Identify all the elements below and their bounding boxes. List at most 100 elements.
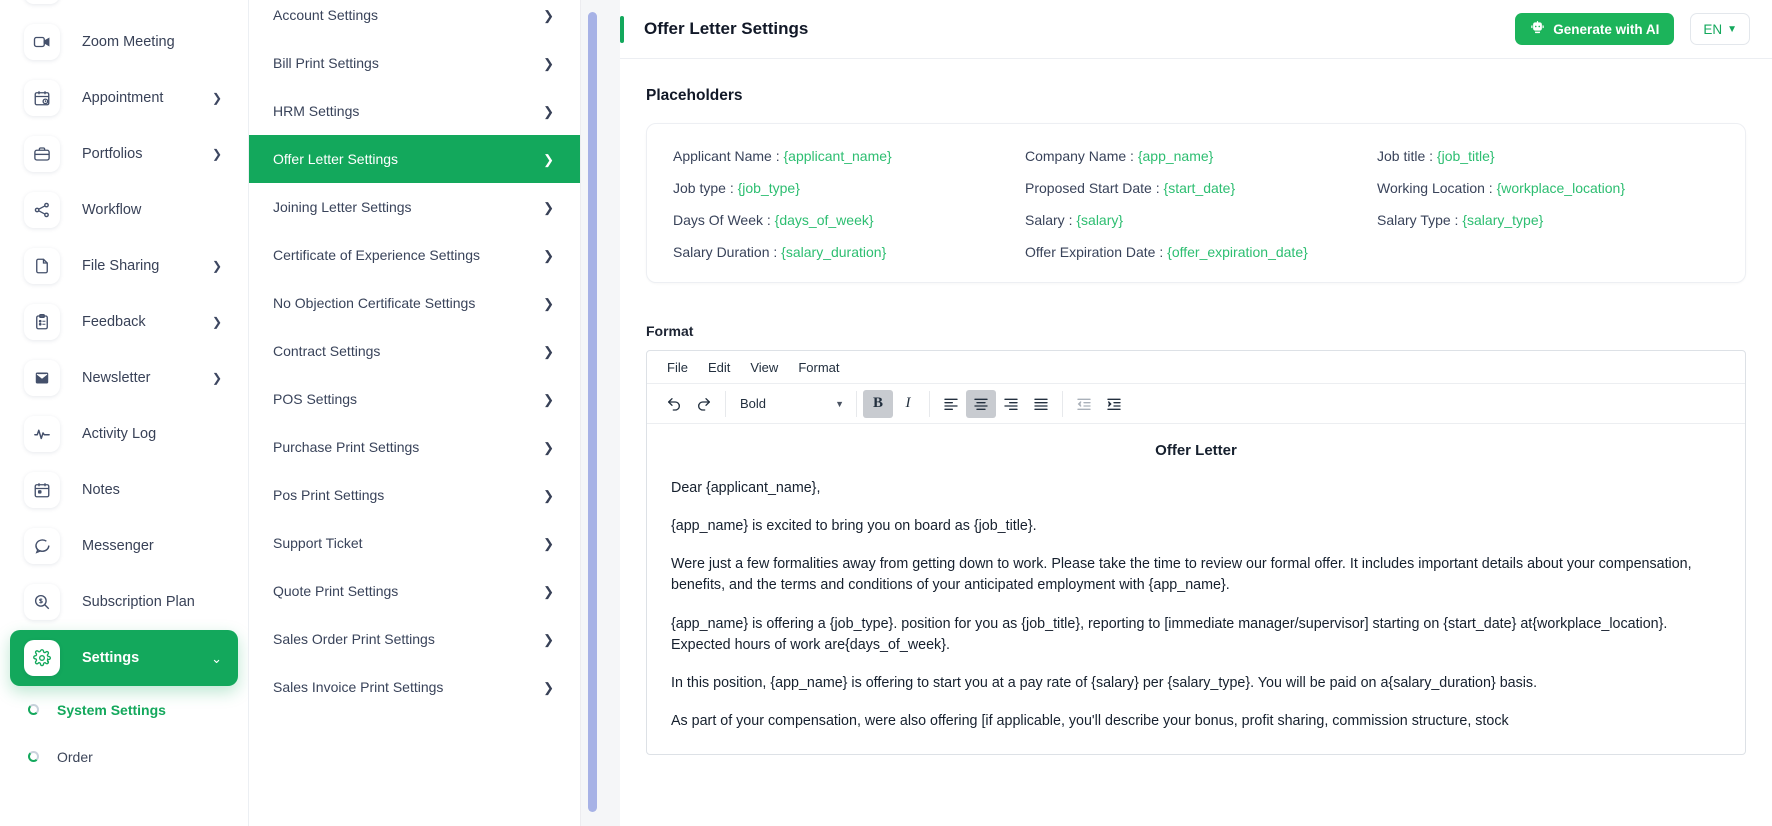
sidebar-item-workflow[interactable]: Workflow [10, 182, 238, 238]
placeholder-variable[interactable]: {workplace_location} [1497, 180, 1625, 196]
sidebar-item-feedback[interactable]: Feedback❯ [10, 294, 238, 350]
placeholders-grid: Applicant Name : {applicant_name}Company… [673, 148, 1719, 260]
sidebar-item-settings[interactable]: Settings⌄ [10, 630, 238, 686]
redo-icon[interactable] [689, 390, 719, 418]
placeholder-variable[interactable]: {app_name} [1138, 148, 1214, 164]
main-sidebar: CalendarZoom Meeting Appointment ❯ Portfoli… [0, 0, 248, 826]
settings-item-label: Quote Print Settings [273, 583, 398, 599]
settings-item-label: Sales Order Print Settings [273, 631, 435, 647]
editor-menu-format[interactable]: Format [788, 351, 849, 384]
align-center-icon[interactable] [966, 390, 996, 418]
chevron-right-icon: ❯ [543, 57, 554, 70]
placeholder-variable[interactable]: {days_of_week} [775, 212, 874, 228]
generate-with-ai-button[interactable]: Generate with AI [1515, 13, 1674, 45]
notes-calendar-icon [24, 472, 60, 508]
placeholder-variable[interactable]: {job_type} [738, 180, 800, 196]
placeholder-label: Working Location : [1377, 180, 1493, 196]
editor-menu-file[interactable]: File [657, 351, 698, 384]
sidebar-item-newsletter[interactable]: Newsletter❯ [10, 350, 238, 406]
placeholder-item: Working Location : {workplace_location} [1377, 180, 1719, 196]
align-justify-icon[interactable] [1026, 390, 1056, 418]
page-title-wrap: Offer Letter Settings [620, 16, 808, 43]
settings-item-account-settings[interactable]: Account Settings❯ [249, 0, 580, 39]
bold-button[interactable]: B [863, 390, 893, 418]
sidebar-subitem-system-settings[interactable]: System Settings [0, 686, 248, 733]
placeholder-item: Salary : {salary} [1025, 212, 1367, 228]
align-left-icon[interactable] [936, 390, 966, 418]
settings-item-certificate-of-experience-settings[interactable]: Certificate of Experience Settings❯ [249, 231, 580, 279]
settings-panel-scrollbar-thumb[interactable] [588, 12, 597, 812]
placeholder-item: Salary Type : {salary_type} [1377, 212, 1719, 228]
chevron-down-icon: ▼ [835, 399, 844, 409]
settings-item-pos-settings[interactable]: POS Settings❯ [249, 375, 580, 423]
placeholder-label: Company Name : [1025, 148, 1134, 164]
placeholder-variable[interactable]: {applicant_name} [784, 148, 892, 164]
indent-icon[interactable] [1099, 390, 1129, 418]
style-select-group: Bold ▼ [726, 390, 856, 418]
chevron-right-icon: ❯ [212, 372, 222, 384]
placeholder-label: Job title : [1377, 148, 1433, 164]
sidebar-item-file-sharing[interactable]: File Sharing❯ [10, 238, 238, 294]
settings-item-label: Bill Print Settings [273, 55, 379, 71]
settings-item-no-objection-certificate-settings[interactable]: No Objection Certificate Settings❯ [249, 279, 580, 327]
placeholder-variable[interactable]: {salary_type} [1462, 212, 1543, 228]
placeholders-section-title: Placeholders [620, 59, 1772, 105]
chevron-right-icon: ❯ [543, 105, 554, 118]
language-selector[interactable]: EN ▼ [1690, 13, 1750, 45]
placeholder-variable[interactable]: {job_title} [1437, 148, 1495, 164]
sidebar-item-label: Notes [82, 482, 120, 498]
settings-item-bill-print-settings[interactable]: Bill Print Settings ❯ [249, 39, 580, 87]
sidebar-item-notes[interactable]: Notes [10, 462, 238, 518]
sidebar-item-zoom-meeting[interactable]: Zoom Meeting [10, 14, 238, 70]
placeholder-variable[interactable]: {salary_duration} [781, 244, 886, 260]
italic-icon: I [906, 395, 911, 412]
settings-item-pos-print-settings[interactable]: Pos Print Settings ❯ [249, 471, 580, 519]
placeholder-item: Salary Duration : {salary_duration} [673, 244, 1015, 260]
placeholder-variable[interactable]: {salary} [1076, 212, 1123, 228]
undo-icon[interactable] [659, 390, 689, 418]
chevron-right-icon: ❯ [212, 92, 222, 104]
placeholder-label: Salary Type : [1377, 212, 1458, 228]
sidebar-item-activity-log[interactable]: Activity Log [10, 406, 238, 462]
placeholder-label: Salary Duration : [673, 244, 777, 260]
settings-item-label: Offer Letter Settings [273, 151, 398, 167]
sidebar-item-subscription-plan[interactable]: Subscription Plan [10, 574, 238, 630]
settings-item-offer-letter-settings[interactable]: Offer Letter Settings❯ [249, 135, 580, 183]
sidebar-item-calendar[interactable]: Calendar [10, 0, 238, 14]
bullet-icon [28, 751, 39, 762]
language-value: EN [1703, 22, 1722, 37]
settings-item-sales-invoice-print-settings[interactable]: Sales Invoice Print Settings❯ [249, 663, 580, 711]
settings-item-label: Sales Invoice Print Settings [273, 679, 443, 695]
settings-item-purchase-print-settings[interactable]: Purchase Print Settings❯ [249, 423, 580, 471]
outdent-icon[interactable] [1069, 390, 1099, 418]
align-right-icon[interactable] [996, 390, 1026, 418]
placeholder-variable[interactable]: {start_date} [1164, 180, 1236, 196]
calendar-clock-icon [24, 80, 60, 116]
sidebar-item-appointment[interactable]: Appointment ❯ [10, 70, 238, 126]
settings-item-label: No Objection Certificate Settings [273, 295, 475, 311]
settings-item-support-ticket[interactable]: Support Ticket❯ [249, 519, 580, 567]
main-content: Offer Letter Settings Generate with AI E… [620, 0, 1772, 826]
editor-content-area[interactable]: Offer Letter Dear {applicant_name},{app_… [647, 424, 1745, 754]
settings-item-joining-letter-settings[interactable]: Joining Letter Settings❯ [249, 183, 580, 231]
placeholder-variable[interactable]: {offer_expiration_date} [1167, 244, 1308, 260]
sidebar-item-portfolios[interactable]: Portfolios❯ [10, 126, 238, 182]
editor-menubar: FileEditViewFormat [647, 351, 1745, 384]
sidebar-item-label: Appointment [82, 90, 163, 106]
settings-item-label: Pos Print Settings [273, 487, 384, 503]
editor-menu-edit[interactable]: Edit [698, 351, 740, 384]
settings-item-label: Certificate of Experience Settings [273, 247, 480, 263]
settings-item-quote-print-settings[interactable]: Quote Print Settings❯ [249, 567, 580, 615]
bullet-icon [28, 704, 39, 715]
settings-item-sales-order-print-settings[interactable]: Sales Order Print Settings❯ [249, 615, 580, 663]
text-style-select[interactable]: Bold ▼ [732, 390, 850, 418]
sidebar-subitem-order[interactable]: Order [0, 733, 248, 780]
sidebar-item-messenger[interactable]: Messenger [10, 518, 238, 574]
content-scroll-area: Placeholders Applicant Name : {applicant… [620, 59, 1772, 826]
italic-button[interactable]: I [893, 390, 923, 418]
editor-menu-view[interactable]: View [740, 351, 788, 384]
settings-item-contract-settings[interactable]: Contract Settings❯ [249, 327, 580, 375]
settings-item-hrm-settings[interactable]: HRM Settings❯ [249, 87, 580, 135]
chevron-right-icon: ❯ [543, 489, 554, 502]
chevron-right-icon: ❯ [543, 345, 554, 358]
